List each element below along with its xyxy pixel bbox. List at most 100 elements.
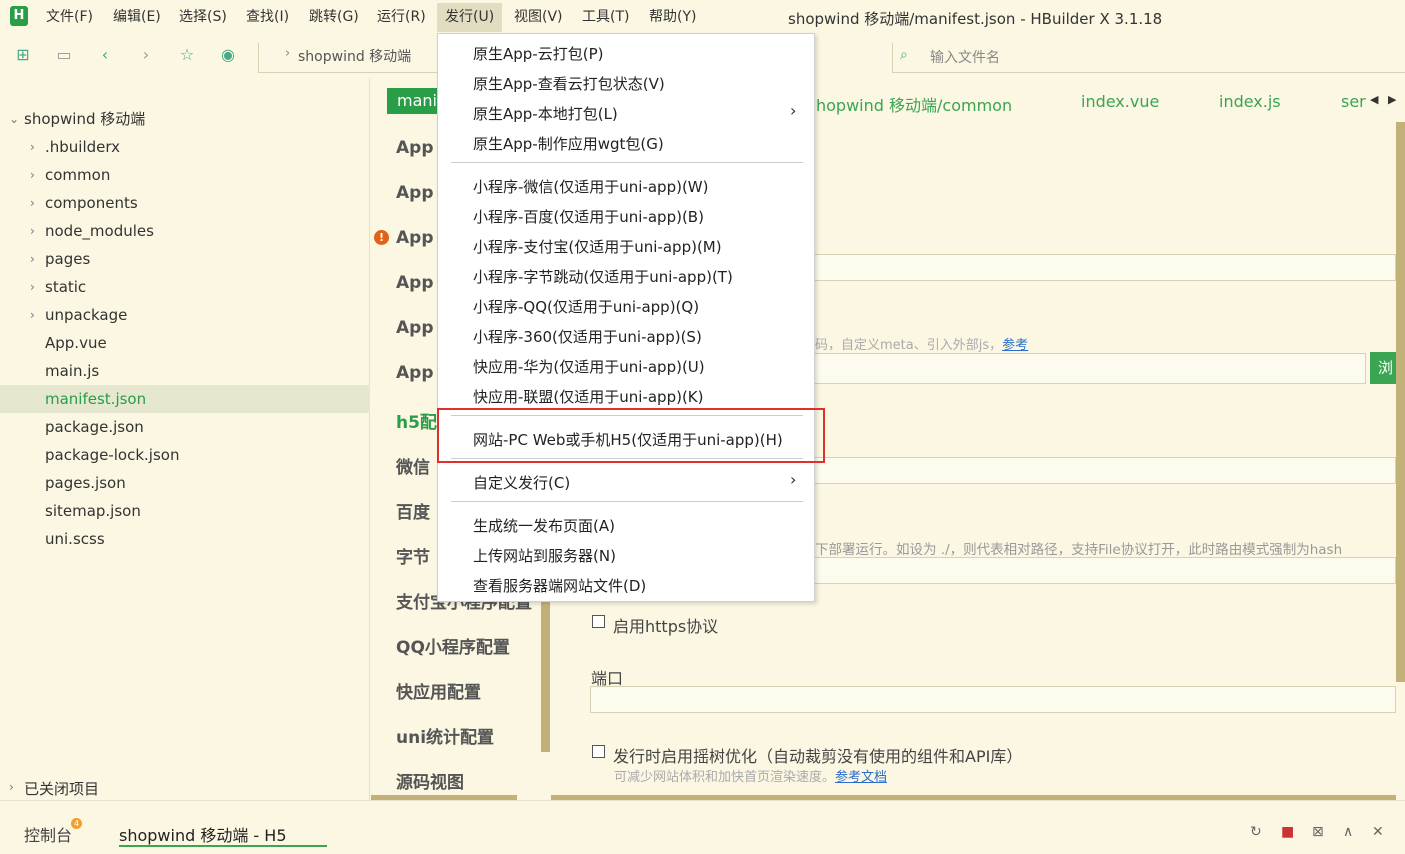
tree-file[interactable]: main.js <box>0 357 370 385</box>
file-search-icon: ⌕ <box>900 47 908 63</box>
menu-item-view-server-files[interactable]: 查看服务器端网站文件(D) <box>473 575 646 596</box>
config-nav-item[interactable]: App <box>396 273 434 293</box>
menu-tools[interactable]: 工具(T) <box>582 8 629 28</box>
tree-file[interactable]: sitemap.json <box>0 497 370 525</box>
editor-scrollbar[interactable] <box>1396 122 1405 682</box>
tree-folder[interactable]: › unpackage <box>0 301 370 329</box>
clear-icon[interactable]: ⊠ <box>1312 824 1324 840</box>
back-icon[interactable]: ‹ <box>96 46 114 64</box>
closed-projects[interactable]: › 已关闭项目 <box>0 773 370 801</box>
menu-select[interactable]: 选择(S) <box>179 8 227 28</box>
menu-item-app-wgt[interactable]: 原生App-制作应用wgt包(G) <box>473 133 664 154</box>
tab-index-vue[interactable]: index.vue <box>1081 92 1159 111</box>
tree-file[interactable]: App.vue <box>0 329 370 357</box>
menu-goto[interactable]: 跳转(G) <box>309 8 359 28</box>
run-icon[interactable]: ◉ <box>219 46 237 64</box>
tree-file[interactable]: package.json <box>0 413 370 441</box>
menu-item-mp-toutiao[interactable]: 小程序-字节跳动(仅适用于uni-app)(T) <box>473 266 733 287</box>
menu-find[interactable]: 查找(I) <box>246 8 289 28</box>
chevron-right-icon: › <box>30 224 35 238</box>
stop-icon[interactable]: ■ <box>1281 824 1294 840</box>
config-nav-item[interactable]: 字节 <box>396 543 430 568</box>
tab-scroll-left-icon[interactable]: ◀ <box>1370 93 1378 106</box>
console-button[interactable]: 控制台 <box>24 822 72 846</box>
menu-item-app-cloud-pack[interactable]: 原生App-云打包(P) <box>473 43 603 64</box>
config-nav-item[interactable]: App <box>396 183 434 203</box>
chevron-right-icon: › <box>30 308 35 322</box>
restart-icon[interactable]: ↻ <box>1250 824 1262 840</box>
menu-item-custom-publish[interactable]: 自定义发行(C) <box>473 472 570 493</box>
chevron-right-icon: › <box>9 780 14 794</box>
tree-folder[interactable]: › components <box>0 189 370 217</box>
menu-file[interactable]: 文件(F) <box>46 8 93 28</box>
tree-folder[interactable]: › static <box>0 273 370 301</box>
tree-folder[interactable]: › common <box>0 161 370 189</box>
tab-index-js[interactable]: index.js <box>1219 92 1281 111</box>
highlight-annotation <box>437 408 825 463</box>
tree-folder[interactable]: › .hbuilderx <box>0 133 370 161</box>
template-hint-link[interactable]: 参考 <box>1002 338 1028 353</box>
menu-item-mp-qq[interactable]: 小程序-QQ(仅适用于uni-app)(Q) <box>473 296 699 317</box>
treeshake-hint-link[interactable]: 参考文档 <box>835 770 887 785</box>
publish-dropdown-menu: 原生App-云打包(P) 原生App-查看云打包状态(V) 原生App-本地打包… <box>437 33 815 602</box>
menu-publish[interactable]: 发行(U) <box>437 3 503 32</box>
config-nav-item-source[interactable]: 源码视图 <box>396 768 464 793</box>
treeshake-checkbox[interactable] <box>592 745 605 758</box>
menu-bar: H 文件(F) 编辑(E) 选择(S) 查找(I) 跳转(G) 运行(R) 发行… <box>0 0 1405 34</box>
tab-manifest[interactable]: mani <box>387 88 437 114</box>
menu-item-mp-360[interactable]: 小程序-360(仅适用于uni-app)(S) <box>473 326 702 347</box>
chevron-up-icon[interactable]: ∧ <box>1343 824 1353 840</box>
menu-help[interactable]: 帮助(Y) <box>649 8 696 28</box>
menu-item-app-cloud-status[interactable]: 原生App-查看云打包状态(V) <box>473 73 665 94</box>
menu-view[interactable]: 视图(V) <box>514 8 563 28</box>
tab-common[interactable]: hopwind 移动端/common <box>816 92 1012 116</box>
star-icon[interactable]: ☆ <box>178 46 196 64</box>
tree-folder[interactable]: › node_modules <box>0 217 370 245</box>
tree-folder[interactable]: › pages <box>0 245 370 273</box>
config-nav-item[interactable]: App <box>396 318 434 338</box>
warning-icon: ! <box>374 230 389 245</box>
menu-edit[interactable]: 编辑(E) <box>113 8 161 28</box>
menu-item-gen-publish-page[interactable]: 生成统一发布页面(A) <box>473 515 615 536</box>
config-nav-item[interactable]: 百度 <box>396 498 430 523</box>
chevron-right-icon: › <box>30 140 35 154</box>
tree-root[interactable]: ⌄ shopwind 移动端 <box>0 105 370 133</box>
config-nav-item[interactable]: 快应用配置 <box>396 678 481 703</box>
tree-file[interactable]: pages.json <box>0 469 370 497</box>
template-hint: 码，自定义meta、引入外部js，参考 <box>815 338 1029 353</box>
menu-separator <box>451 501 803 502</box>
tree-file[interactable]: uni.scss <box>0 525 370 553</box>
config-nav-item[interactable]: App <box>396 363 434 383</box>
close-panel-icon[interactable]: ✕ <box>1372 824 1384 840</box>
tab-scroll-right-icon[interactable]: ▶ <box>1388 93 1396 106</box>
tree-file-selected[interactable]: manifest.json <box>0 385 370 413</box>
menu-run[interactable]: 运行(R) <box>377 8 426 28</box>
menu-item-mp-alipay[interactable]: 小程序-支付宝(仅适用于uni-app)(M) <box>473 236 722 257</box>
menu-item-upload-site[interactable]: 上传网站到服务器(N) <box>473 545 616 566</box>
breadcrumb-project[interactable]: shopwind 移动端 <box>298 46 411 66</box>
menu-item-quickapp-huawei[interactable]: 快应用-华为(仅适用于uni-app)(U) <box>473 356 705 377</box>
forward-icon[interactable]: › <box>137 46 155 64</box>
tree-file[interactable]: package-lock.json <box>0 441 370 469</box>
chevron-right-icon: › <box>30 168 35 182</box>
new-file-icon[interactable]: ⊞ <box>14 46 32 64</box>
config-nav-item[interactable]: App <box>396 138 434 158</box>
chevron-right-icon: › <box>30 280 35 294</box>
menu-item-app-local-pack[interactable]: 原生App-本地打包(L) <box>473 103 618 124</box>
hbuilder-logo-icon: H <box>10 6 28 26</box>
https-checkbox[interactable] <box>592 615 605 628</box>
port-field[interactable] <box>590 686 1396 713</box>
project-tree: ⌄ shopwind 移动端 › .hbuilderx › common › comp… <box>0 78 370 800</box>
submenu-arrow-icon: › <box>790 101 797 120</box>
tab-ser[interactable]: ser <box>1341 92 1366 111</box>
console-tab[interactable]: shopwind 移动端 - H5 <box>119 822 287 846</box>
menu-item-mp-baidu[interactable]: 小程序-百度(仅适用于uni-app)(B) <box>473 206 704 227</box>
config-nav-item[interactable]: QQ小程序配置 <box>396 633 510 658</box>
config-nav-item[interactable]: uni统计配置 <box>396 723 494 748</box>
config-nav-item-h5[interactable]: h5配 <box>396 408 437 433</box>
config-nav-item[interactable]: 微信 <box>396 453 430 478</box>
save-icon[interactable]: ▭ <box>55 46 73 64</box>
config-nav-item[interactable]: App <box>396 228 434 248</box>
menu-item-mp-weixin[interactable]: 小程序-微信(仅适用于uni-app)(W) <box>473 176 708 197</box>
menu-item-quickapp-union[interactable]: 快应用-联盟(仅适用于uni-app)(K) <box>473 386 704 407</box>
